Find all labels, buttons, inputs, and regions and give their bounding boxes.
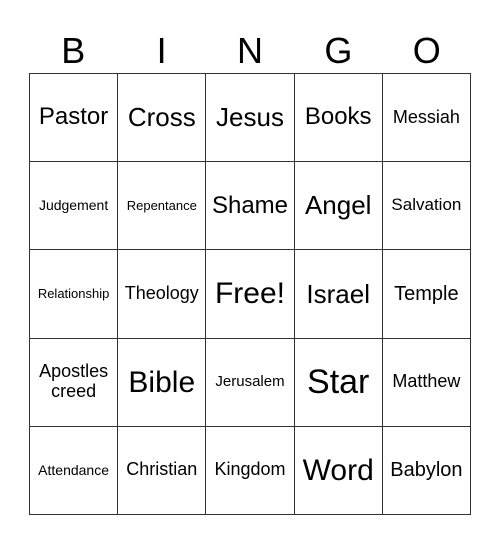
header-letter-n: N <box>236 30 263 71</box>
bingo-cell[interactable]: Star <box>294 338 383 427</box>
bingo-grid: Pastor Cross Jesus Books Messiah Judgeme… <box>29 73 471 515</box>
bingo-cell[interactable]: Kingdom <box>206 426 295 515</box>
bingo-cell[interactable]: Babylon <box>382 426 471 515</box>
header-letter-o: O <box>412 30 441 71</box>
bingo-cell[interactable]: Word <box>294 426 383 515</box>
bingo-cell[interactable]: Jerusalem <box>206 338 295 427</box>
bingo-cell[interactable]: Attendance <box>30 426 119 515</box>
bingo-header: B I N G O <box>29 28 471 73</box>
bingo-cell[interactable]: Messiah <box>382 74 471 163</box>
bingo-cell[interactable]: Theology <box>118 250 207 339</box>
bingo-cell[interactable]: Books <box>294 74 383 163</box>
bingo-cell[interactable]: Christian <box>118 426 207 515</box>
bingo-cell[interactable]: Jesus <box>206 74 295 163</box>
bingo-cell[interactable]: Repentance <box>118 162 207 251</box>
free-space-cell[interactable]: Free! <box>206 250 295 339</box>
header-letter-b: B <box>61 30 86 71</box>
bingo-cell[interactable]: Shame <box>206 162 295 251</box>
header-letter-g: G <box>324 30 353 71</box>
bingo-cell[interactable]: Temple <box>382 250 471 339</box>
bingo-cell[interactable]: Angel <box>294 162 383 251</box>
bingo-cell[interactable]: Israel <box>294 250 383 339</box>
header-letter-i: I <box>156 30 167 71</box>
bingo-cell[interactable]: Pastor <box>30 74 119 163</box>
bingo-cell[interactable]: Matthew <box>382 338 471 427</box>
bingo-cell[interactable]: Relationship <box>30 250 119 339</box>
bingo-cell[interactable]: Cross <box>118 74 207 163</box>
bingo-cell[interactable]: Apostles creed <box>30 338 119 427</box>
bingo-cell[interactable]: Salvation <box>382 162 471 251</box>
bingo-cell[interactable]: Bible <box>118 338 207 427</box>
bingo-cell[interactable]: Judgement <box>30 162 119 251</box>
